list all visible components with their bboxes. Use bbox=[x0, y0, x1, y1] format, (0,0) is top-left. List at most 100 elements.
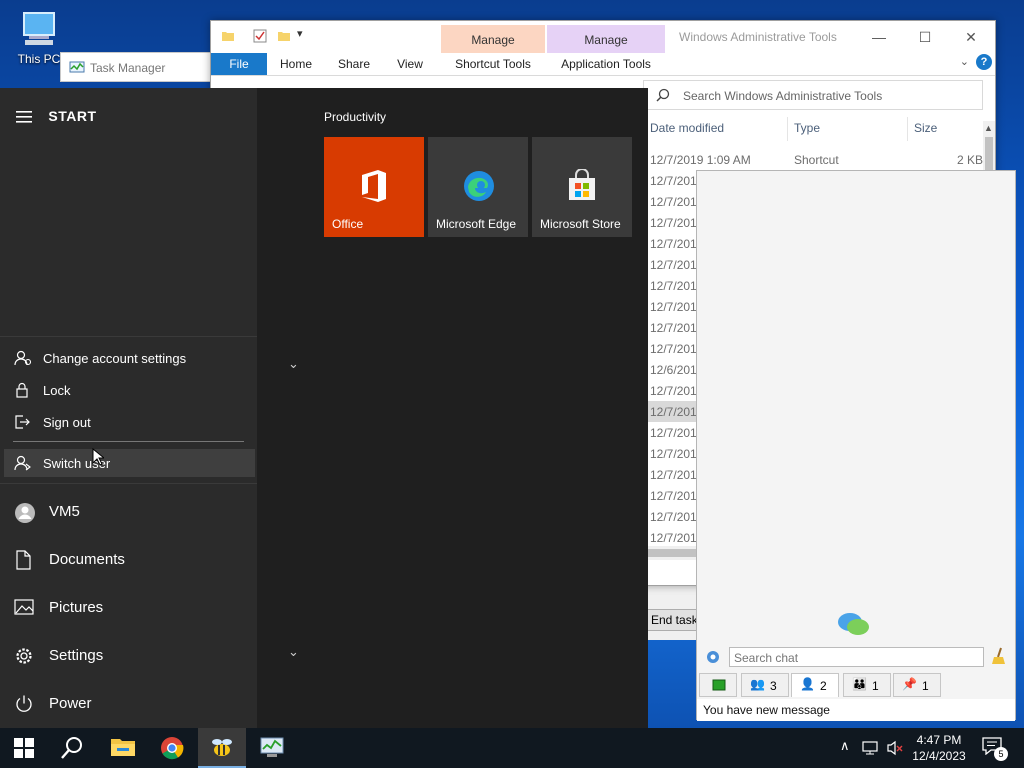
task-manager-icon bbox=[69, 61, 85, 73]
settings-item[interactable]: Settings bbox=[0, 634, 257, 678]
help-icon[interactable]: ? bbox=[976, 54, 992, 70]
desktop-icon-label: This PC bbox=[17, 52, 61, 66]
search-icon bbox=[656, 88, 670, 102]
hamburger-menu-icon[interactable] bbox=[16, 111, 32, 123]
chat-tabs: 👥 3 👤 2 👪 1 📌 1 bbox=[697, 673, 1015, 697]
action-center-button[interactable]: 5 bbox=[982, 737, 1008, 761]
task-manager-title: Task Manager bbox=[90, 61, 166, 75]
status-message: You have new message bbox=[697, 699, 1015, 721]
user-account-item[interactable]: VM5 bbox=[0, 490, 257, 534]
tab-view[interactable]: View bbox=[387, 53, 433, 75]
chevron-down-icon[interactable]: ⌄ bbox=[288, 644, 299, 660]
scroll-up-icon[interactable]: ▲ bbox=[984, 123, 993, 133]
expand-ribbon-chevron-icon[interactable]: ⌄ bbox=[960, 55, 969, 68]
chat-search-input[interactable]: Search chat bbox=[729, 647, 984, 667]
account-divider bbox=[13, 441, 244, 442]
tab-chat-messages[interactable]: 👤 2 bbox=[791, 673, 839, 697]
window-title: Windows Administrative Tools bbox=[679, 30, 837, 44]
pictures-item[interactable]: Pictures bbox=[0, 586, 257, 630]
tile-microsoft-store[interactable]: Microsoft Store bbox=[532, 137, 632, 237]
show-hidden-icons-chevron-icon[interactable]: ∧ bbox=[840, 738, 850, 754]
ctx-group-manage-application: Manage bbox=[547, 25, 665, 53]
column-separator[interactable] bbox=[787, 117, 788, 141]
tab-share[interactable]: Share bbox=[329, 53, 379, 75]
notification-count-badge: 5 bbox=[994, 747, 1008, 761]
taskbar-chat-app[interactable] bbox=[198, 728, 246, 768]
taskbar: ∧ 4:47 PM 12/4/2023 5 bbox=[0, 728, 1024, 768]
taskbar-task-manager[interactable] bbox=[248, 728, 296, 768]
lock-item[interactable]: Lock bbox=[4, 376, 255, 404]
maximize-button[interactable]: ☐ bbox=[902, 25, 948, 49]
tile-office[interactable]: Office bbox=[324, 137, 424, 237]
ribbon-tabs: File Home Share View Shortcut Tools Appl… bbox=[211, 53, 995, 75]
tab-file[interactable]: File bbox=[211, 53, 267, 75]
bee-app-icon bbox=[212, 739, 232, 756]
tab-chat-contacts[interactable]: 👥 3 bbox=[741, 673, 789, 697]
table-row[interactable]: 12/7/2019 1:09 AM Shortcut 2 KB bbox=[641, 149, 983, 170]
column-header-type[interactable]: Type bbox=[794, 121, 820, 135]
tab-chat-channels[interactable]: 📌 1 bbox=[893, 673, 941, 697]
folder-icon[interactable] bbox=[221, 29, 235, 43]
search-icon bbox=[61, 737, 82, 759]
switch-user-icon bbox=[14, 455, 31, 471]
properties-check-icon[interactable] bbox=[253, 29, 267, 43]
task-manager-icon bbox=[260, 737, 284, 757]
chevron-down-icon[interactable]: ⌄ bbox=[288, 356, 299, 372]
search-button[interactable] bbox=[48, 728, 96, 768]
start-menu: START Change account settings Lock Sign … bbox=[0, 88, 648, 728]
ctx-group-manage-shortcut: Manage bbox=[441, 25, 545, 53]
column-header-size[interactable]: Size bbox=[914, 121, 937, 135]
windows-logo-icon bbox=[14, 738, 34, 758]
quick-access-toolbar: ▾ Manage Manage Windows Administrative T… bbox=[211, 21, 995, 53]
start-header[interactable]: START bbox=[16, 108, 97, 124]
tile-microsoft-edge[interactable]: Microsoft Edge bbox=[428, 137, 528, 237]
taskbar-chrome[interactable] bbox=[148, 728, 196, 768]
chat-settings-icon[interactable] bbox=[705, 649, 721, 665]
pin-icon: 📌 bbox=[902, 677, 917, 691]
column-header-date-modified[interactable]: Date modified bbox=[650, 121, 724, 135]
power-item[interactable]: Power bbox=[0, 682, 257, 726]
minimize-button[interactable]: — bbox=[856, 25, 902, 49]
gear-icon bbox=[16, 648, 32, 664]
tab-chat-groups[interactable]: 👪 1 bbox=[843, 673, 891, 697]
change-account-settings-item[interactable]: Change account settings bbox=[4, 344, 255, 372]
new-folder-icon[interactable] bbox=[277, 29, 291, 43]
close-button[interactable]: ✕ bbox=[948, 25, 994, 49]
chat-search-placeholder: Search chat bbox=[734, 651, 799, 665]
ribbon-divider bbox=[211, 75, 995, 76]
tab-chat-home-icon[interactable] bbox=[699, 673, 737, 697]
customize-toolbar-chevron-icon[interactable]: ▾ bbox=[297, 27, 303, 40]
tab-shortcut-tools[interactable]: Shortcut Tools bbox=[441, 53, 545, 75]
clock-time: 4:47 PM bbox=[916, 733, 962, 747]
switch-user-item[interactable]: Switch user bbox=[4, 449, 255, 477]
office-icon bbox=[362, 170, 386, 202]
sign-out-item[interactable]: Sign out bbox=[4, 408, 255, 436]
folder-icon bbox=[111, 739, 135, 756]
sign-out-icon bbox=[15, 415, 30, 429]
cell-size: 2 KB bbox=[956, 153, 983, 167]
start-button[interactable] bbox=[0, 728, 48, 768]
cell-type: Shortcut bbox=[794, 153, 839, 167]
system-clock[interactable]: 4:47 PM 12/4/2023 bbox=[906, 732, 972, 764]
document-icon bbox=[16, 550, 31, 570]
volume-muted-icon[interactable] bbox=[886, 740, 904, 756]
chrome-icon bbox=[161, 737, 184, 760]
column-separator[interactable] bbox=[907, 117, 908, 141]
groups-icon: 👪 bbox=[852, 677, 867, 691]
store-bag-icon bbox=[569, 169, 595, 200]
account-flyout: Change account settings Lock Sign out Sw… bbox=[0, 336, 257, 484]
tile-group-title[interactable]: Productivity bbox=[324, 110, 386, 124]
edge-icon bbox=[464, 171, 494, 201]
broom-clear-icon[interactable] bbox=[991, 647, 1007, 665]
tab-application-tools[interactable]: Application Tools bbox=[547, 53, 665, 75]
user-settings-icon bbox=[14, 350, 32, 366]
tab-home[interactable]: Home bbox=[271, 53, 321, 75]
network-icon[interactable] bbox=[862, 740, 880, 756]
documents-item[interactable]: Documents bbox=[0, 538, 257, 582]
start-title: START bbox=[48, 108, 97, 124]
taskbar-file-explorer[interactable] bbox=[98, 728, 146, 768]
task-manager-titlebar[interactable]: Task Manager bbox=[60, 52, 220, 82]
mouse-cursor-icon bbox=[92, 448, 104, 466]
picture-icon bbox=[14, 599, 34, 615]
search-input[interactable]: Search Windows Administrative Tools bbox=[643, 80, 983, 110]
